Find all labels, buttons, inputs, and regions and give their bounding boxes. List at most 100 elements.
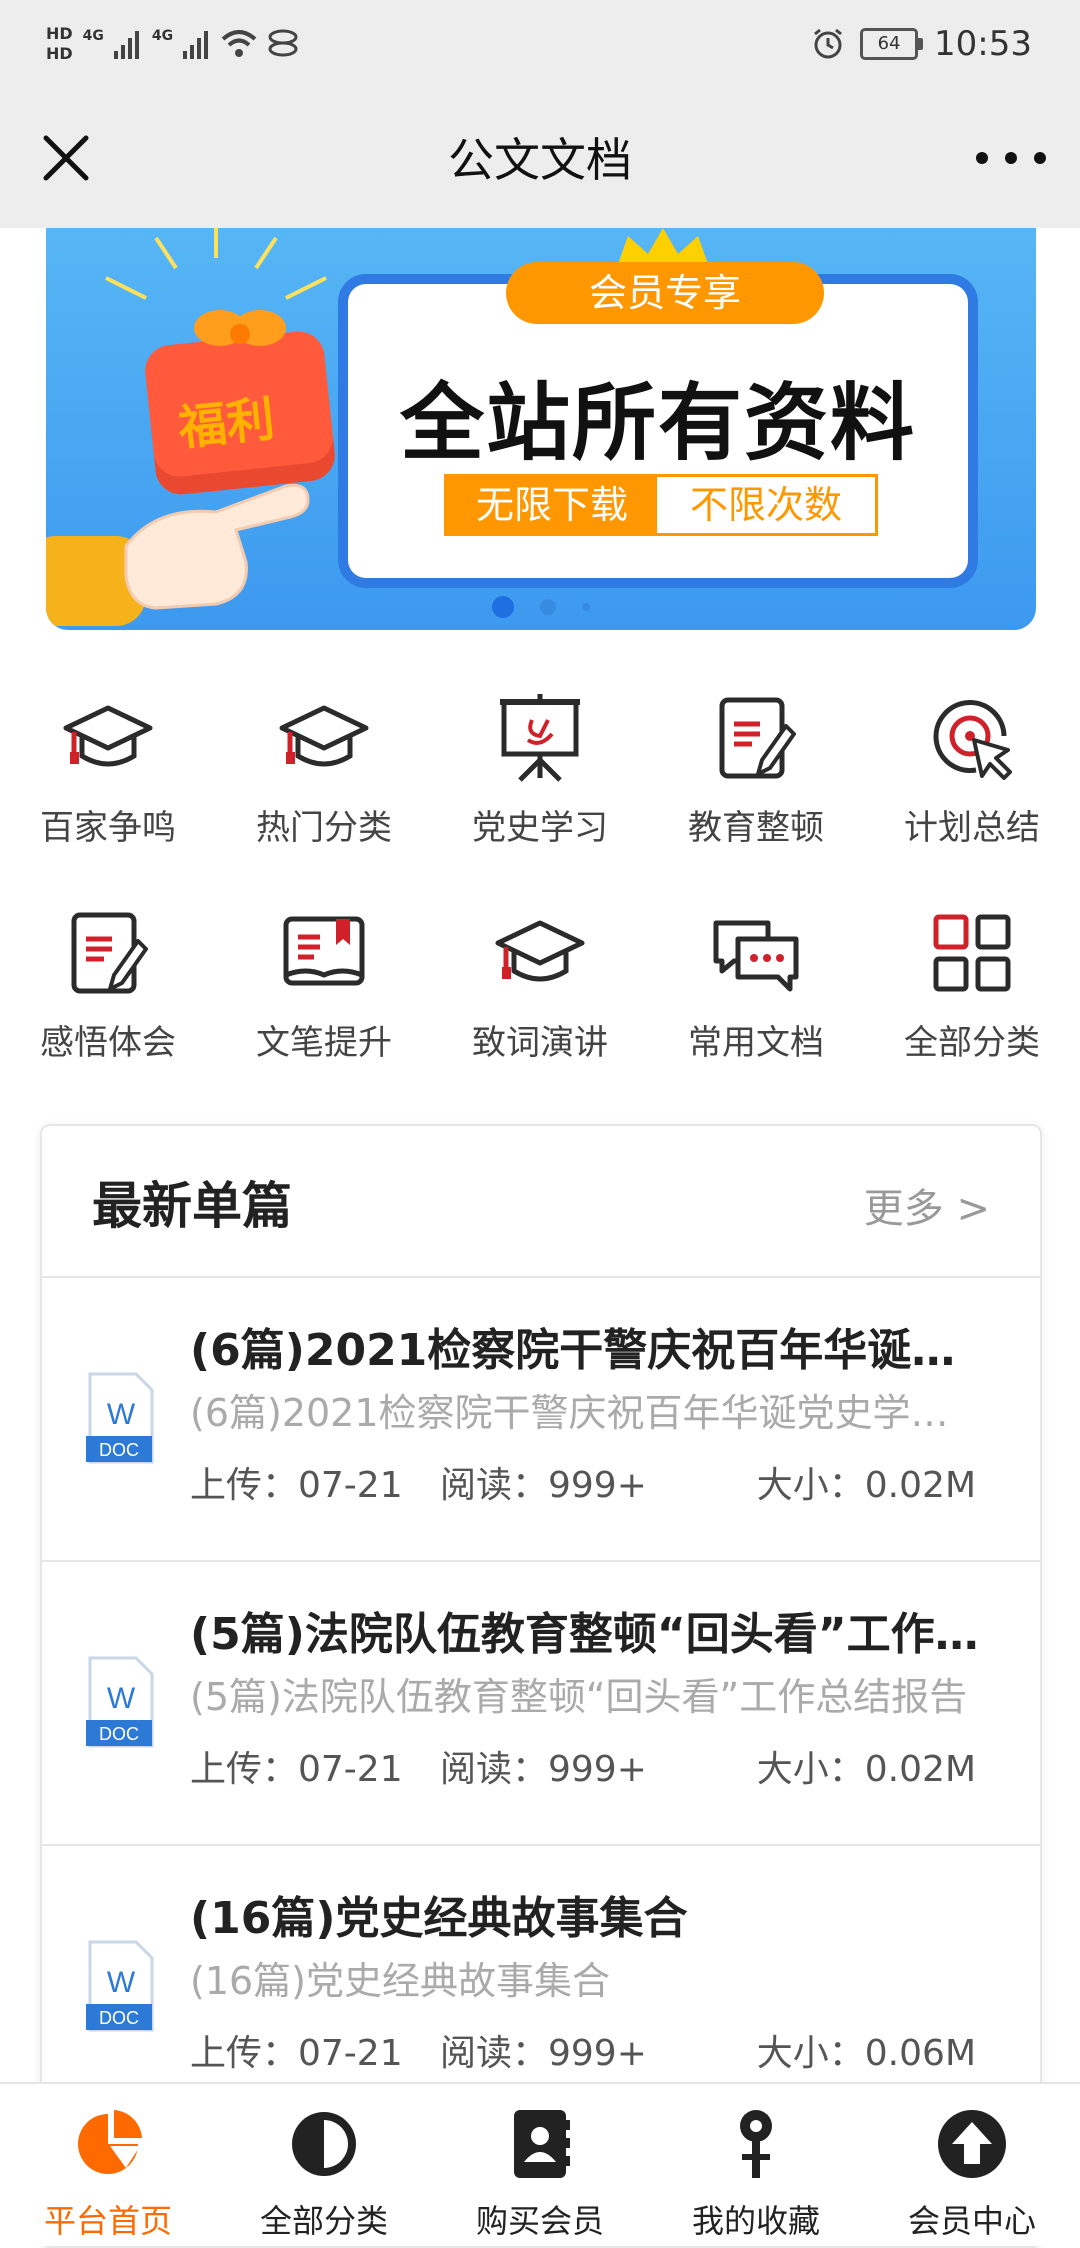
grid-icon (933, 914, 1011, 992)
status-left: HD HD 4G 4G (46, 14, 299, 74)
hd-indicator: HD HD (46, 24, 73, 64)
banner-tags: 无限下载 不限次数 (444, 474, 878, 536)
section-title: 最新单篇 (92, 1177, 292, 1235)
gift-box-illustration: 福利 (142, 298, 340, 497)
doc-icon-type: DOC (99, 1724, 139, 1744)
chat-bubbles-icon (713, 920, 799, 992)
doc-subtitle: (16篇)党史经典故事集合 (190, 1959, 611, 2003)
graduation-cap-icon (279, 705, 369, 767)
pie-chart-icon (78, 2110, 142, 2174)
category-item[interactable]: 百家争鸣 (0, 680, 216, 895)
category-item[interactable]: 教育整顿 (648, 680, 864, 895)
half-circle-icon (292, 2112, 356, 2176)
doc-size: 大小：0.02M (756, 1465, 976, 1506)
hotspot-icon (268, 29, 298, 57)
upload-arrow-icon (938, 2110, 1006, 2178)
pin-icon (740, 2110, 772, 2178)
latest-articles-section: 最新单篇 更多 > W DOC (6篇)2021检察院干警庆祝百年华诞党史学习教… (40, 1124, 1042, 2248)
category-label: 文笔提升 (256, 1023, 392, 1063)
category-label: 常用文档 (688, 1023, 824, 1063)
tab-label: 购买会员 (475, 2202, 604, 2240)
category-label: 百家争鸣 (40, 808, 176, 848)
doc-title[interactable]: (5篇)法院队伍教育整顿“回头看”工作总结报告 (190, 1598, 990, 1662)
crown-icon (618, 228, 708, 264)
doc-icon-type: DOC (99, 1440, 139, 1460)
tab-label: 平台首页 (43, 2202, 172, 2240)
battery-icon: 64 (860, 28, 924, 60)
more-dot (1005, 152, 1017, 164)
document-pen-icon (71, 912, 148, 994)
alarm-icon (814, 28, 842, 59)
carousel-dot[interactable] (540, 599, 556, 615)
category-label: 党史学习 (472, 808, 608, 848)
tab-favorites[interactable]: 我的收藏 (648, 2084, 864, 2246)
contact-book-icon (514, 2110, 570, 2178)
network-type-2: 4G (151, 28, 174, 44)
word-doc-icon: W DOC (86, 1656, 154, 1748)
list-item[interactable]: W DOC (5篇)法院队伍教育整顿“回头看”工作总结报告 (5篇)法院队伍教育… (42, 1562, 1040, 1846)
signal-icon (113, 31, 139, 59)
doc-icon-letter: W (107, 1966, 136, 1999)
more-link[interactable]: 更多 > (864, 1176, 990, 1234)
wifi-icon (221, 30, 257, 57)
category-item[interactable]: 常用文档 (648, 895, 864, 1110)
category-item[interactable]: 全部分类 (864, 895, 1080, 1110)
presentation-board-icon (500, 694, 580, 782)
more-menu-icon[interactable] (976, 128, 1046, 188)
doc-icon-type: DOC (99, 2008, 139, 2028)
doc-title[interactable]: (16篇)党史经典故事集合 (190, 1882, 990, 1946)
category-item[interactable]: 感悟体会 (0, 895, 216, 1110)
gift-label: 福利 (175, 391, 278, 457)
category-item[interactable]: 致词演讲 (432, 895, 648, 1110)
category-label: 全部分类 (904, 1023, 1040, 1063)
nav-bar: 公文文档 (0, 88, 1080, 228)
tab-label: 我的收藏 (691, 2202, 820, 2240)
hd-label-2: HD (46, 44, 73, 63)
signal-icon (183, 31, 209, 59)
category-item[interactable]: 热门分类 (216, 680, 432, 895)
doc-upload-date: 上传：07-21 (190, 1749, 403, 1790)
doc-read-count: 阅读：999+ (440, 1465, 647, 1506)
carousel-indicator (46, 596, 1036, 618)
tab-label: 全部分类 (259, 2202, 388, 2240)
doc-read-count: 阅读：999+ (440, 1749, 647, 1790)
category-label: 计划总结 (904, 808, 1040, 848)
category-item[interactable]: 党史学习 (432, 680, 648, 895)
document-pen-icon (719, 697, 796, 779)
word-doc-icon: W DOC (86, 1372, 154, 1464)
doc-upload-date: 上传：07-21 (190, 2033, 403, 2074)
doc-size: 大小：0.02M (756, 1749, 976, 1790)
banner-headline: 全站所有资料 (399, 374, 916, 472)
tab-member-center[interactable]: 会员中心 (864, 2084, 1080, 2246)
more-dot (1034, 152, 1046, 164)
gift-bow-icon (194, 310, 286, 346)
tab-buy-membership[interactable]: 购买会员 (432, 2084, 648, 2246)
category-label: 热门分类 (256, 808, 392, 848)
doc-read-count: 阅读：999+ (440, 2033, 647, 2074)
more-dot (976, 152, 988, 164)
category-grid: 百家争鸣 热门分类 党史学习 教育整顿 计划总结 感悟体会 文笔提升 致词演讲 … (0, 680, 1080, 1110)
category-item[interactable]: 文笔提升 (216, 895, 432, 1110)
carousel-dot-active[interactable] (492, 596, 514, 618)
tab-label: 会员中心 (907, 2202, 1036, 2240)
doc-icon-letter: W (107, 1682, 136, 1715)
target-cursor-icon (933, 700, 1012, 780)
graduation-cap-icon (495, 920, 585, 982)
open-book-icon (283, 916, 365, 986)
network-type-1: 4G (82, 28, 104, 44)
doc-size: 大小：0.06M (756, 2033, 976, 2074)
carousel-dot[interactable] (582, 603, 590, 611)
doc-title[interactable]: (6篇)2021检察院干警庆祝百年华诞党史学习教育心得体会 (190, 1314, 990, 1378)
status-right: 64 10:53 (812, 14, 1032, 74)
doc-subtitle: (5篇)法院队伍教育整顿“回头看”工作总结报告 (190, 1675, 968, 1719)
category-item[interactable]: 计划总结 (864, 680, 1080, 895)
unlimited-times-tag: 不限次数 (657, 477, 875, 533)
tab-home[interactable]: 平台首页 (0, 2084, 216, 2246)
tab-categories[interactable]: 全部分类 (216, 2084, 432, 2246)
clock: 10:53 (934, 24, 1032, 64)
bottom-tab-bar: 平台首页 全部分类 购买会员 我的收藏 会员中心 (0, 2082, 1080, 2246)
status-bar: HD HD 4G 4G 64 10:53 (0, 0, 1080, 88)
doc-subtitle: (6篇)2021检察院干警庆祝百年华诞党史学习教育心得体会 (190, 1391, 980, 1435)
list-item[interactable]: W DOC (6篇)2021检察院干警庆祝百年华诞党史学习教育心得体会 (6篇)… (42, 1278, 1040, 1562)
promo-banner[interactable]: 会员专享 全站所有资料 无限下载 不限次数 福利 (46, 228, 1036, 630)
